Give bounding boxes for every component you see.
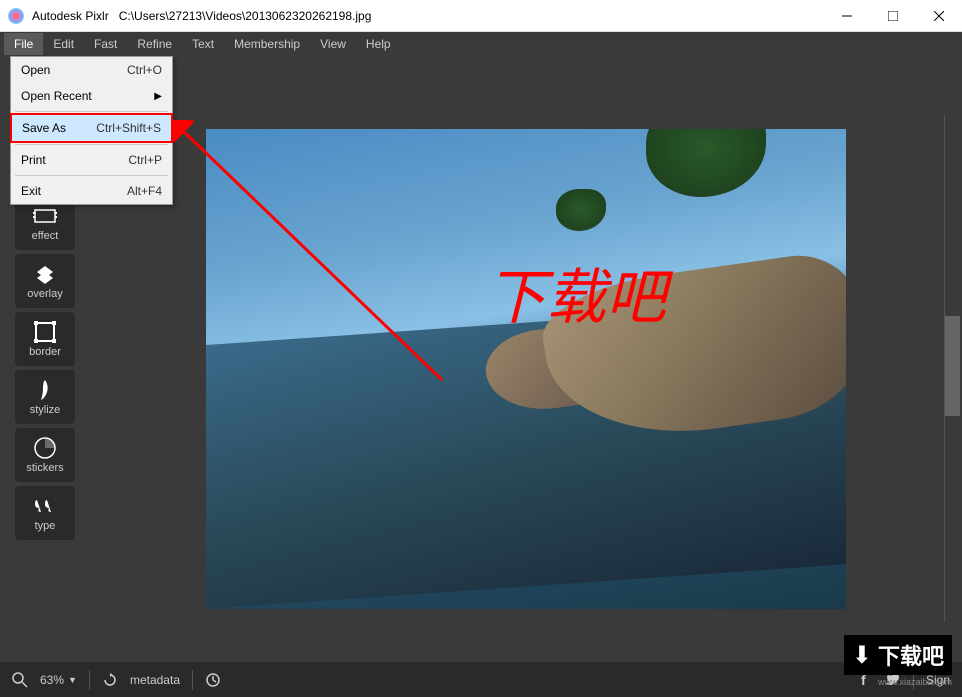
dropdown-save-as[interactable]: Save As Ctrl+Shift+S (10, 113, 173, 143)
dropdown-print[interactable]: Print Ctrl+P (11, 147, 172, 173)
dropdown-shortcut: Ctrl+Shift+S (96, 121, 161, 135)
download-arrow-icon: ⬇ (852, 641, 872, 670)
tool-overlay[interactable]: overlay (15, 254, 75, 308)
dropdown-separator (15, 144, 168, 145)
dropdown-shortcut: Alt+F4 (127, 184, 162, 198)
app-name: Autodesk Pixlr (32, 9, 109, 23)
tool-stickers[interactable]: stickers (15, 428, 75, 482)
submenu-arrow-icon: ▶ (154, 91, 162, 102)
close-icon (934, 11, 944, 21)
minimize-icon (842, 11, 852, 21)
minimize-button[interactable] (824, 0, 870, 32)
overlay-icon (33, 262, 57, 286)
dropdown-label: Open Recent (21, 89, 154, 103)
dropdown-open-recent[interactable]: Open Recent ▶ (11, 83, 172, 109)
tool-label: effect (32, 230, 59, 242)
reload-icon (102, 672, 118, 688)
overlay-text: 下载吧 (486, 249, 666, 336)
maximize-button[interactable] (870, 0, 916, 32)
dropdown-label: Exit (21, 184, 127, 198)
dropdown-separator (15, 111, 168, 112)
chevron-down-icon: ▼ (68, 675, 77, 685)
zoom-icon (12, 672, 28, 688)
separator (89, 670, 90, 690)
tool-label: overlay (27, 288, 62, 300)
dropdown-shortcut: Ctrl+P (128, 153, 162, 167)
menubar: File Edit Fast Refine Text Membership Vi… (0, 32, 962, 56)
tool-label: stickers (26, 462, 63, 474)
bottombar: 63% ▼ metadata f Sign (0, 662, 962, 697)
dropdown-exit[interactable]: Exit Alt+F4 (11, 178, 172, 204)
tool-label: type (35, 520, 56, 532)
window-controls (824, 0, 962, 32)
dropdown-label: Open (21, 63, 127, 77)
separator (192, 670, 193, 690)
metadata-button[interactable]: metadata (130, 673, 180, 687)
scrollbar-thumb[interactable] (945, 316, 960, 416)
effect-icon (33, 204, 57, 228)
zoom-value[interactable]: 63% ▼ (40, 673, 77, 687)
scrollbar-vertical[interactable] (944, 116, 960, 622)
menu-help[interactable]: Help (356, 33, 401, 55)
close-button[interactable] (916, 0, 962, 32)
tree-small (556, 189, 606, 249)
tool-border[interactable]: border (15, 312, 75, 366)
menu-view[interactable]: View (310, 33, 356, 55)
dropdown-shortcut: Ctrl+O (127, 63, 162, 77)
file-dropdown: Open Ctrl+O Open Recent ▶ Save As Ctrl+S… (10, 56, 173, 205)
menu-membership[interactable]: Membership (224, 33, 310, 55)
menu-fast[interactable]: Fast (84, 33, 127, 55)
dropdown-label: Save As (22, 121, 96, 135)
canvas-area: 下载吧 (90, 56, 962, 662)
type-icon (33, 494, 57, 518)
tool-label: border (29, 346, 61, 358)
watermark-text: 下载吧 (878, 639, 944, 671)
tool-stylize[interactable]: stylize (15, 370, 75, 424)
dropdown-separator (15, 175, 168, 176)
border-icon (33, 320, 57, 344)
canvas-image[interactable]: 下载吧 (206, 129, 846, 609)
menu-refine[interactable]: Refine (127, 33, 182, 55)
tool-label: stylize (30, 404, 61, 416)
menu-file[interactable]: File (4, 33, 43, 55)
menu-text[interactable]: Text (182, 33, 224, 55)
zoom-tool[interactable] (12, 672, 28, 688)
app-icon (8, 8, 24, 24)
menu-edit[interactable]: Edit (43, 33, 84, 55)
tree-large (646, 129, 766, 239)
stylize-icon (33, 378, 57, 402)
titlebar-text: Autodesk Pixlr C:\Users\27213\Videos\201… (32, 9, 824, 23)
tool-type[interactable]: type (15, 486, 75, 540)
reload-button[interactable] (102, 672, 118, 688)
history-icon (205, 672, 221, 688)
stickers-icon (33, 436, 57, 460)
history-button[interactable] (205, 672, 221, 688)
zoom-percent: 63% (40, 673, 64, 687)
dropdown-open[interactable]: Open Ctrl+O (11, 57, 172, 83)
maximize-icon (888, 11, 898, 21)
watermark: ⬇ 下载吧 www.xiazaiba.com (844, 635, 952, 687)
dropdown-label: Print (21, 153, 128, 167)
metadata-label: metadata (130, 673, 180, 687)
titlebar: Autodesk Pixlr C:\Users\27213\Videos\201… (0, 0, 962, 32)
watermark-url: www.xiazaiba.com (844, 677, 952, 687)
file-path: C:\Users\27213\Videos\2013062320262198.j… (119, 9, 372, 23)
